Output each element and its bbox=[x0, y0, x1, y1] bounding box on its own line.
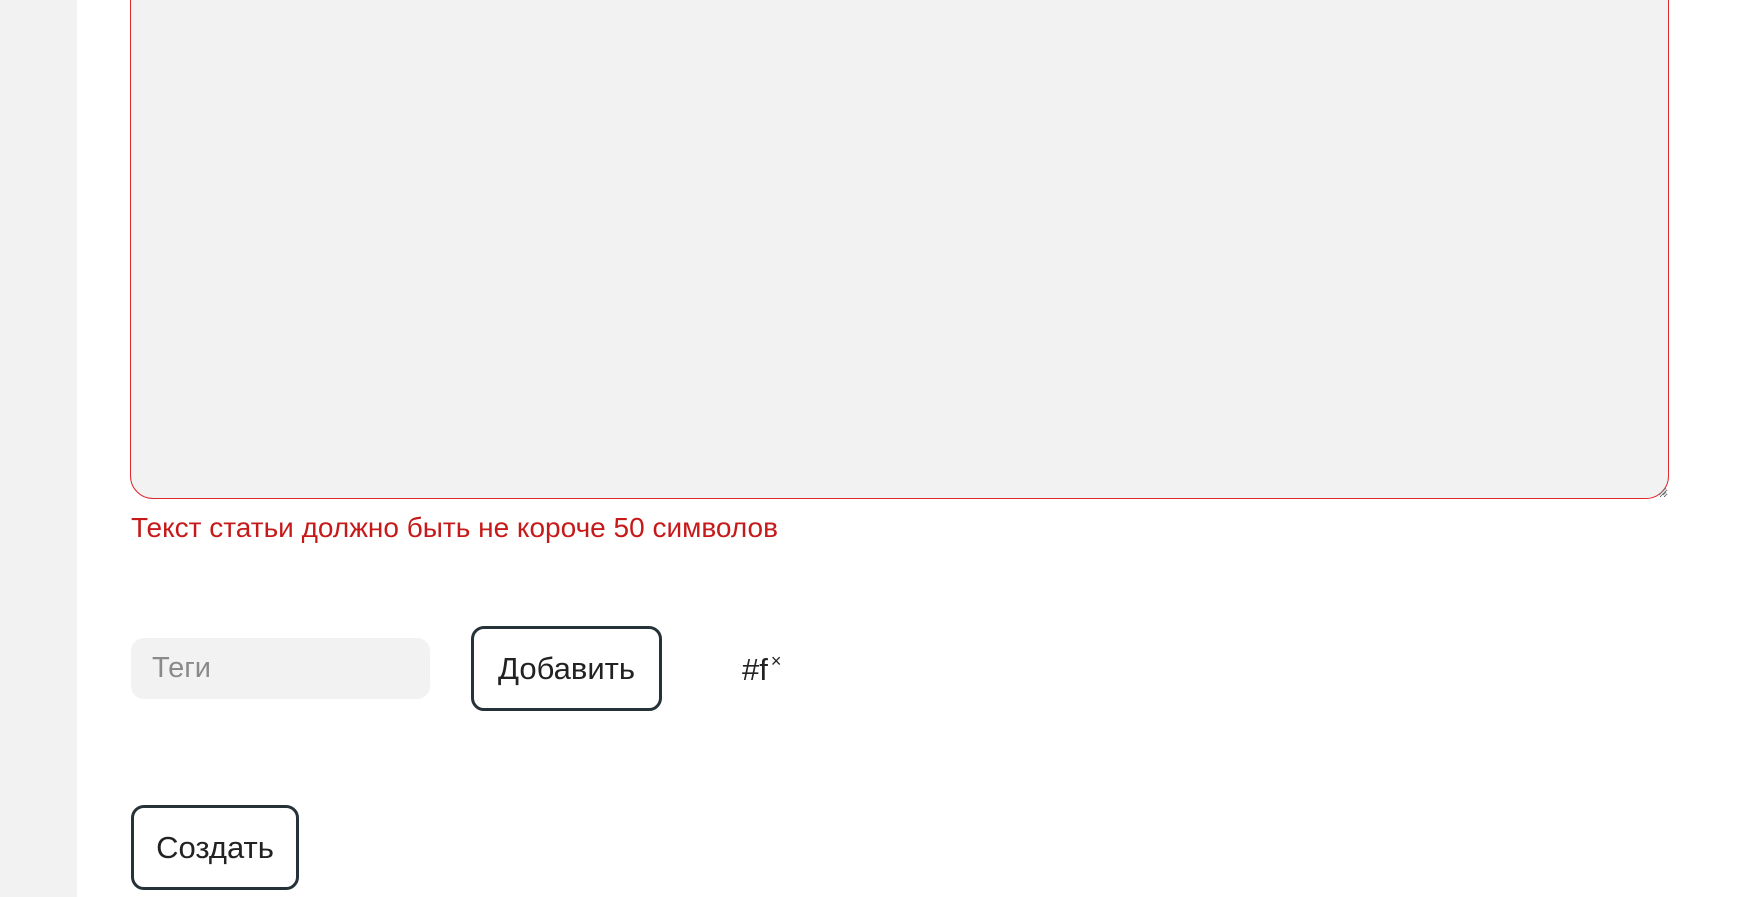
article-text-error: Текст статьи должно быть не короче 50 си… bbox=[131, 512, 778, 543]
tag-chip: #f × bbox=[742, 648, 781, 692]
article-text-field[interactable] bbox=[130, 0, 1669, 499]
create-button[interactable]: Создать bbox=[131, 805, 299, 890]
tag-label: #f bbox=[742, 652, 768, 687]
add-tag-button[interactable]: Добавить bbox=[471, 626, 662, 711]
resize-grip-icon[interactable] bbox=[1657, 486, 1667, 496]
remove-tag-icon[interactable]: × bbox=[771, 652, 782, 670]
tags-input[interactable] bbox=[131, 638, 430, 699]
